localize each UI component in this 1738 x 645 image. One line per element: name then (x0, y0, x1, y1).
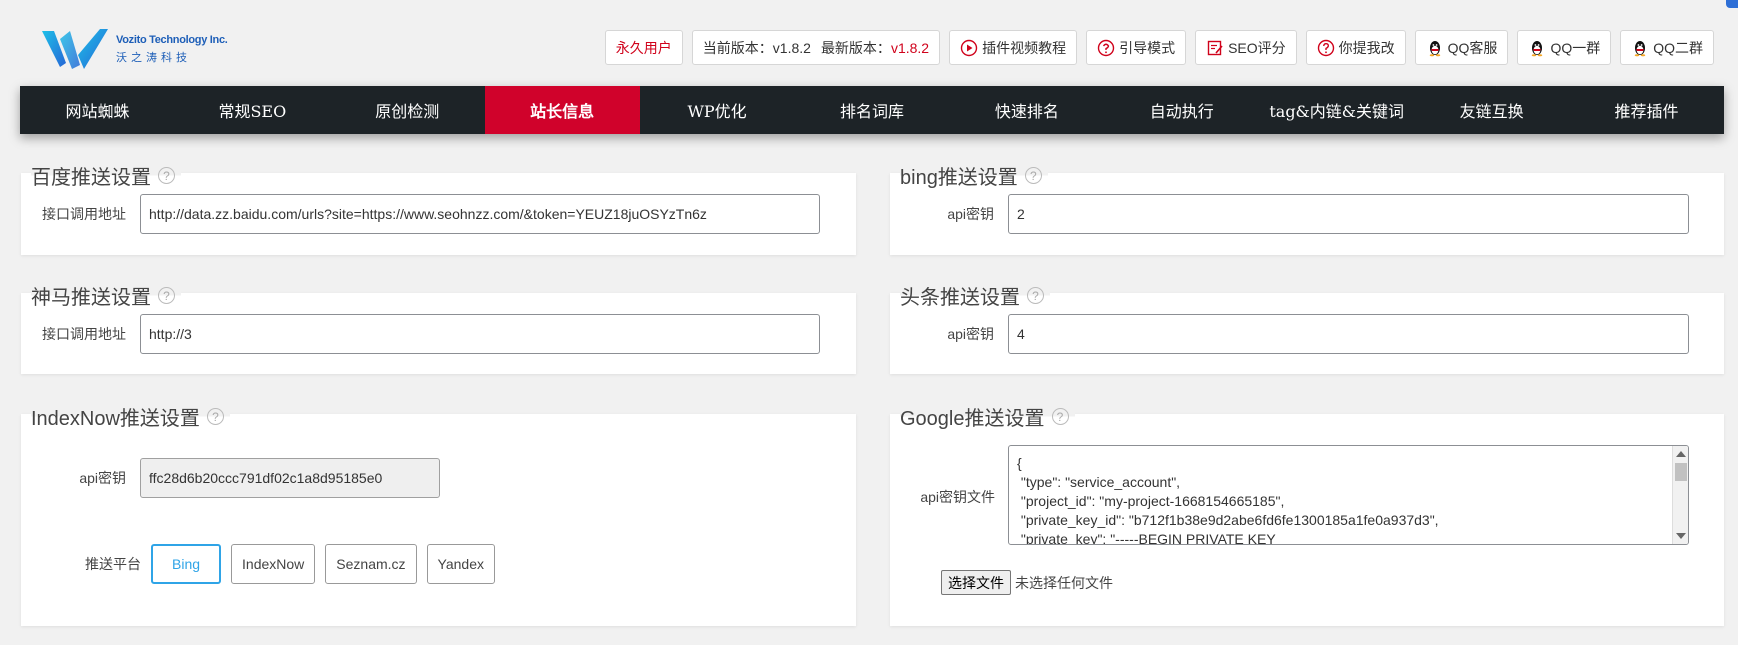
panel-title: Google推送设置 (900, 408, 1045, 430)
textarea-scrollbar[interactable] (1672, 446, 1688, 544)
panel-title: 百度推送设置 (31, 167, 151, 189)
logo-w-icon (42, 29, 108, 69)
edit-document-icon (1206, 39, 1224, 57)
help-circle-icon (1317, 39, 1335, 57)
nav-item-spider[interactable]: 网站蜘蛛 (20, 86, 175, 134)
api-key-label: api密钥 (947, 206, 994, 222)
nav-item-friend-links[interactable]: 友链互换 (1414, 86, 1569, 134)
qq-group1-button[interactable]: QQ一群 (1517, 30, 1612, 65)
panel-title: IndexNow推送设置 (31, 408, 200, 430)
seo-score-button[interactable]: SEO评分 (1195, 30, 1297, 65)
panel-title: 神马推送设置 (31, 287, 151, 309)
logo-name-cn: 沃之涛科技 (116, 51, 191, 64)
feedback-button[interactable]: 你提我改 (1305, 30, 1406, 65)
header: Vozito Technology Inc. 沃之涛科技 永久用户 当前版本：v… (0, 0, 1738, 86)
help-icon[interactable]: ? (1027, 287, 1044, 304)
help-icon[interactable]: ? (158, 287, 175, 304)
video-tutorial-button[interactable]: 插件视频教程 (949, 30, 1078, 65)
license-button[interactable]: 永久用户 (604, 30, 683, 65)
platform-bing-button[interactable]: Bing (151, 544, 222, 584)
api-url-label: 接口调用地址 (42, 326, 126, 342)
nav-item-wp-optimize[interactable]: WP优化 (640, 86, 795, 134)
scroll-down-icon[interactable] (1676, 533, 1686, 539)
nav-item-recommended-plugins[interactable]: 推荐插件 (1569, 86, 1724, 134)
logo[interactable]: Vozito Technology Inc. 沃之涛科技 (40, 24, 230, 74)
platform-seznam-button[interactable]: Seznam.cz (325, 544, 417, 584)
google-push-panel: Google推送设置 ? api密钥文件 { "type": "service_… (890, 402, 1724, 626)
api-key-file-label: api密钥文件 (920, 489, 995, 505)
corner-badge (1726, 0, 1738, 8)
qq-penguin-icon (1631, 39, 1649, 57)
help-icon[interactable]: ? (158, 167, 175, 184)
push-platform-label: 推送平台 (85, 556, 141, 572)
nav-item-original-check[interactable]: 原创检测 (330, 86, 485, 134)
guide-mode-button[interactable]: 引导模式 (1086, 30, 1187, 65)
bing-api-key-input[interactable] (1008, 194, 1689, 234)
platform-yandex-button[interactable]: Yandex (426, 544, 495, 584)
baidu-api-url-input[interactable] (140, 194, 820, 234)
nav-item-webmaster-info[interactable]: 站长信息 (484, 86, 640, 134)
latest-version-value: v1.8.2 (890, 39, 930, 56)
nav-item-fast-rank[interactable]: 快速排名 (949, 86, 1104, 134)
api-key-label: api密钥 (947, 326, 994, 342)
help-icon[interactable]: ? (1024, 167, 1042, 184)
bing-push-panel: bing推送设置 ? api密钥 (890, 161, 1724, 255)
platform-indexnow-button[interactable]: IndexNow (231, 544, 316, 584)
google-json-textarea[interactable]: { "type": "service_account", "project_id… (1008, 445, 1689, 545)
choose-file-button[interactable]: 选择文件 (941, 570, 1011, 595)
latest-version-label: 最新版本： (820, 39, 891, 56)
qq-service-button[interactable]: QQ客服 (1414, 30, 1509, 65)
nav-item-rank-keywords[interactable]: 排名词库 (795, 86, 950, 134)
baidu-push-panel: 百度推送设置 ? 接口调用地址 (21, 161, 856, 255)
nav-item-auto-run[interactable]: 自动执行 (1104, 86, 1259, 134)
play-icon (960, 39, 978, 57)
panel-title: 头条推送设置 (900, 287, 1020, 309)
help-icon[interactable]: ? (1051, 408, 1069, 425)
shenma-api-url-input[interactable] (140, 314, 820, 354)
logo-name-en: Vozito Technology Inc. (116, 33, 228, 46)
api-key-label: api密钥 (79, 470, 126, 486)
nav-item-seo[interactable]: 常规SEO (175, 86, 330, 134)
shenma-push-panel: 神马推送设置 ? 接口调用地址 (21, 281, 856, 374)
toutiao-push-panel: 头条推送设置 ? api密钥 (890, 281, 1724, 374)
qq-group2-button[interactable]: QQ二群 (1620, 30, 1714, 65)
scroll-up-icon[interactable] (1676, 451, 1686, 457)
file-status: 未选择任何文件 (1015, 574, 1113, 591)
indexnow-push-panel: IndexNow推送设置 ? api密钥 推送平台 Bing IndexNow … (21, 402, 856, 626)
help-icon[interactable]: ? (206, 408, 224, 425)
guide-icon (1097, 39, 1115, 57)
panel-title: bing推送设置 (900, 167, 1018, 189)
version-button[interactable]: 当前版本：v1.8.2 最新版本： v1.8.2 (691, 30, 941, 65)
top-toolbar: 永久用户 当前版本：v1.8.2 最新版本： v1.8.2 插件视频教程 引导模… (604, 30, 1714, 65)
nav-item-tag-links[interactable]: tag&内链&关键词 (1259, 86, 1414, 134)
qq-penguin-icon (1426, 39, 1444, 57)
qq-penguin-icon (1528, 39, 1546, 57)
current-version: 当前版本：v1.8.2 (702, 39, 811, 56)
main-nav: 网站蜘蛛 常规SEO 原创检测 站长信息 WP优化 排名词库 快速排名 自动执行… (20, 86, 1724, 134)
scroll-thumb[interactable] (1675, 463, 1687, 481)
toutiao-api-key-input[interactable] (1008, 314, 1689, 354)
api-url-label: 接口调用地址 (42, 206, 126, 222)
indexnow-api-key-input[interactable] (140, 458, 440, 498)
